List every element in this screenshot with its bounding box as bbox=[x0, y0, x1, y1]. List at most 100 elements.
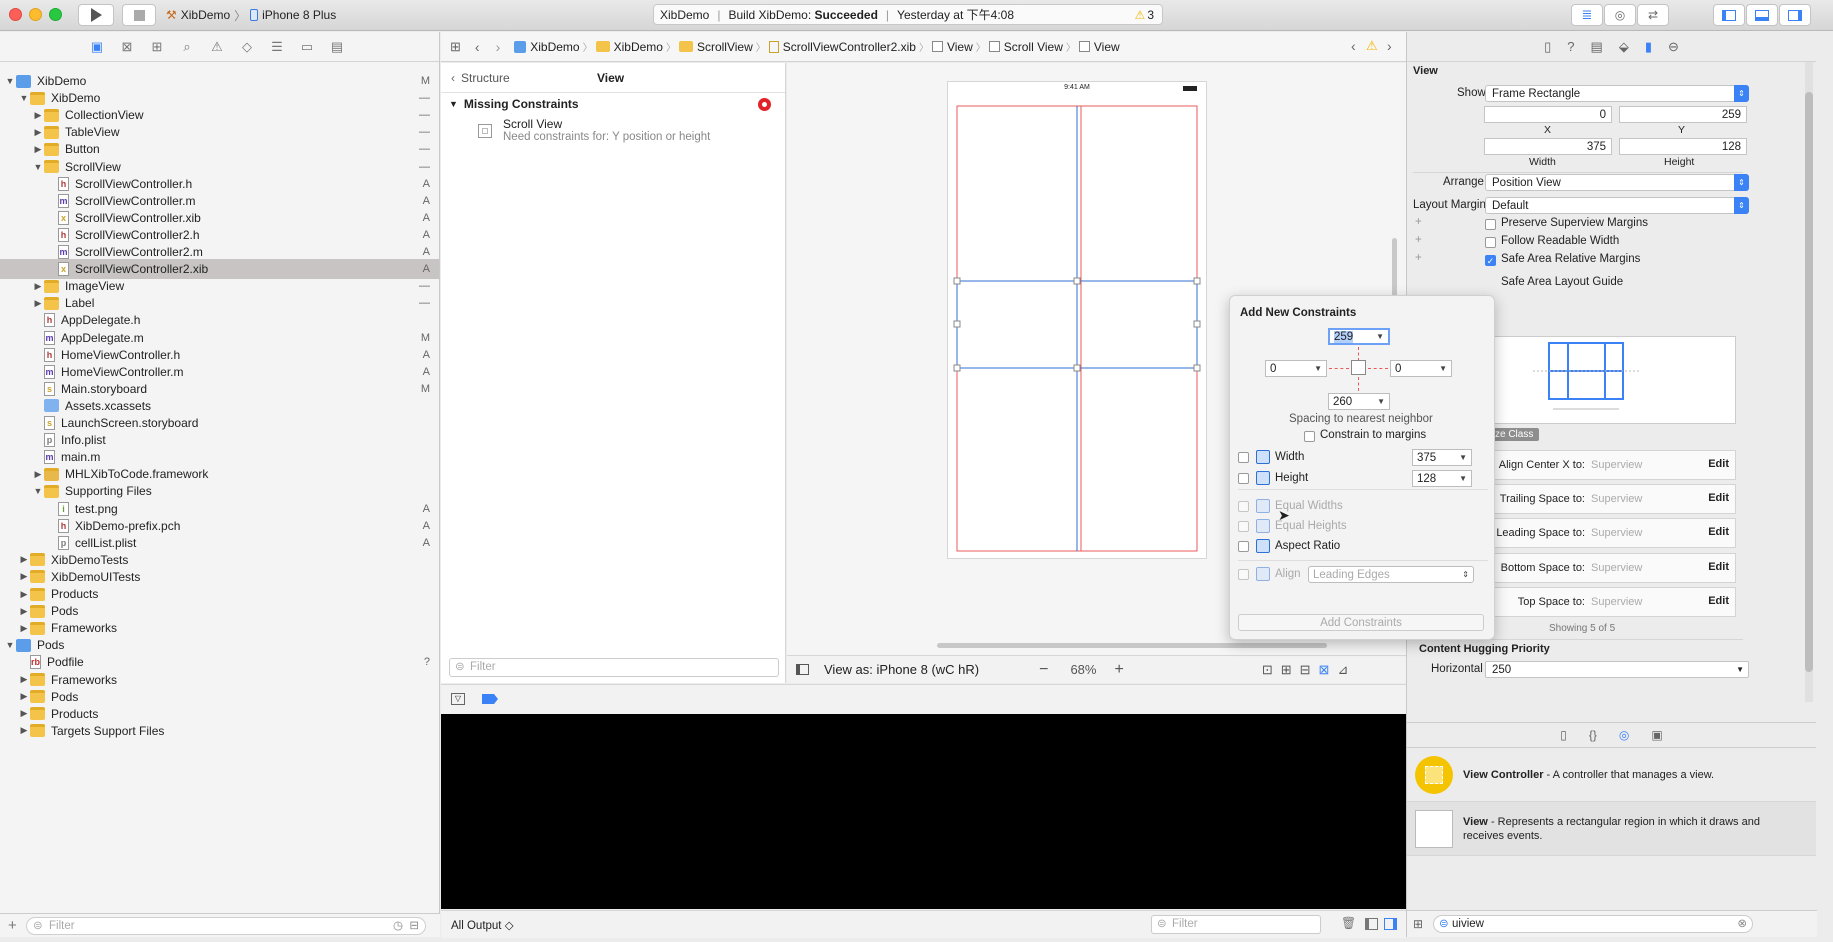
toggle-navigator-button[interactable] bbox=[1713, 4, 1745, 26]
scene-view[interactable]: 9:41 AM bbox=[947, 81, 1207, 559]
resize-handle[interactable] bbox=[1193, 320, 1201, 328]
warning-indicator[interactable]: ⚠ 3 bbox=[1135, 8, 1154, 22]
breadcrumb-item[interactable]: XibDemo bbox=[614, 40, 663, 54]
attributes-inspector-icon[interactable]: ⬙ bbox=[1619, 39, 1629, 55]
y-field[interactable]: 259 bbox=[1619, 106, 1747, 123]
disclosure-closed-icon[interactable]: ▶ bbox=[32, 144, 44, 155]
resize-handle[interactable] bbox=[1073, 277, 1081, 285]
horizontal-priority-field[interactable]: 250 ▼ bbox=[1485, 661, 1749, 678]
constraint-edit-button[interactable]: Edit bbox=[1708, 492, 1729, 504]
align-icon[interactable]: ⊟ bbox=[1300, 662, 1311, 678]
disclosure-closed-icon[interactable]: ▶ bbox=[32, 127, 44, 138]
top-spacing-field[interactable]: 259 ▼ bbox=[1328, 328, 1390, 345]
minimize-window-button[interactable] bbox=[29, 8, 42, 21]
bottom-spacing-field[interactable]: 260 ▼ bbox=[1328, 393, 1390, 410]
zoom-out-icon[interactable]: − bbox=[1039, 661, 1048, 679]
media-library-icon[interactable]: ▣ bbox=[1651, 728, 1662, 742]
disclosure-closed-icon[interactable]: ▶ bbox=[18, 708, 30, 719]
disclosure-closed-icon[interactable]: ▶ bbox=[32, 110, 44, 121]
top-constraint-strut[interactable] bbox=[1358, 347, 1359, 361]
disclosure-closed-icon[interactable]: ▶ bbox=[18, 691, 30, 702]
debug-icon[interactable]: ☰ bbox=[268, 39, 286, 55]
height-constraint-field[interactable]: 128 ▼ bbox=[1412, 470, 1472, 487]
hide-debug-area-icon[interactable]: ▽ bbox=[451, 693, 465, 705]
resize-handle[interactable] bbox=[1073, 364, 1081, 372]
left-spacing-field[interactable]: 0 ▼ bbox=[1265, 360, 1327, 377]
grid-view-icon[interactable]: ⊞ bbox=[1413, 917, 1423, 931]
assistant-editor-button[interactable]: ◎ bbox=[1604, 4, 1636, 26]
zoom-in-icon[interactable]: + bbox=[1114, 661, 1123, 679]
resolve-issues-icon[interactable]: ⊿ bbox=[1337, 662, 1348, 678]
safe-area-margins-checkbox[interactable]: ✓ bbox=[1485, 255, 1496, 266]
related-items-icon[interactable]: ⊞ bbox=[450, 39, 461, 55]
breadcrumb-item[interactable]: Scroll View bbox=[1004, 40, 1063, 54]
canvas-scrollbar[interactable] bbox=[937, 643, 1327, 648]
disclosure-open-icon[interactable]: ▼ bbox=[32, 162, 44, 172]
folder-icon[interactable]: ▣ bbox=[88, 39, 106, 55]
resize-handle[interactable] bbox=[1193, 277, 1201, 285]
add-icon[interactable]: + bbox=[8, 917, 17, 934]
issue-warning-icon[interactable]: ⚠ bbox=[1366, 38, 1378, 54]
disclosure-open-icon[interactable]: ▼ bbox=[4, 640, 16, 650]
breadcrumb-item[interactable]: View bbox=[947, 40, 973, 54]
variables-view-toggle-icon[interactable] bbox=[1365, 918, 1378, 930]
symbol-icon[interactable]: ⊞ bbox=[148, 39, 166, 55]
file-tree-row[interactable]: ▶ Targets Support Files bbox=[0, 721, 439, 741]
width-constraint-field[interactable]: 375 ▼ bbox=[1412, 449, 1472, 466]
recent-files-icon[interactable]: ◷ bbox=[393, 918, 403, 934]
toggle-utilities-button[interactable] bbox=[1779, 4, 1811, 26]
zoom-level[interactable]: 68% bbox=[1070, 662, 1096, 677]
issue-icon[interactable]: ⚠ bbox=[208, 39, 226, 55]
add-variation-icon[interactable]: + bbox=[1415, 216, 1422, 228]
outline-filter-input[interactable]: ⊜ Filter bbox=[449, 658, 779, 677]
breadcrumb-item[interactable]: View bbox=[1094, 40, 1120, 54]
size-inspector-icon[interactable]: ▮ bbox=[1645, 39, 1652, 55]
identity-inspector-icon[interactable]: ▤ bbox=[1591, 39, 1603, 55]
width-checkbox[interactable] bbox=[1238, 451, 1249, 463]
disclosure-closed-icon[interactable]: ▶ bbox=[18, 674, 30, 685]
report-icon[interactable]: ▤ bbox=[328, 39, 346, 55]
breadcrumb-item[interactable]: ScrollViewController2.xib bbox=[783, 40, 916, 54]
disclosure-open-icon[interactable]: ▼ bbox=[18, 93, 30, 103]
output-filter-popup[interactable]: All Output ◇ bbox=[451, 918, 514, 932]
console-filter-input[interactable]: ⊜ Filter bbox=[1151, 915, 1321, 934]
preserve-margins-checkbox[interactable] bbox=[1485, 219, 1496, 230]
code-snippet-icon[interactable]: {} bbox=[1589, 728, 1597, 742]
add-constraints-icon[interactable]: ⊠ bbox=[1319, 662, 1330, 678]
object-library-icon[interactable]: ◎ bbox=[1619, 728, 1629, 742]
aspect-ratio-checkbox[interactable] bbox=[1238, 540, 1249, 552]
x-field[interactable]: 0 bbox=[1484, 106, 1612, 123]
test-icon[interactable]: ◇ bbox=[238, 39, 256, 55]
constrain-margins-checkbox[interactable] bbox=[1304, 431, 1315, 442]
console-view-toggle-icon[interactable] bbox=[1384, 918, 1397, 930]
error-icon[interactable] bbox=[758, 97, 771, 111]
console-output[interactable] bbox=[441, 714, 1406, 909]
embed-in-stack-icon[interactable]: ⊞ bbox=[1281, 662, 1292, 678]
outline-toggle-icon[interactable] bbox=[796, 664, 809, 675]
constraint-edit-button[interactable]: Edit bbox=[1708, 458, 1729, 470]
disclosure-closed-icon[interactable]: ▶ bbox=[18, 606, 30, 617]
size-class-badge[interactable]: ze Class bbox=[1489, 428, 1540, 441]
resize-handle[interactable] bbox=[953, 320, 961, 328]
layout-margins-popup[interactable]: Default ⇕ bbox=[1485, 197, 1749, 214]
run-button[interactable] bbox=[78, 4, 114, 26]
zoom-window-button[interactable] bbox=[49, 8, 62, 21]
trash-icon[interactable]: 🗑 bbox=[1341, 916, 1356, 930]
resize-handle[interactable] bbox=[953, 277, 961, 285]
disclosure-closed-icon[interactable]: ▶ bbox=[32, 281, 44, 292]
height-field[interactable]: 128 bbox=[1619, 138, 1747, 155]
source-control-filter-icon[interactable]: ⊟ bbox=[409, 918, 419, 934]
breadcrumb-item[interactable]: XibDemo bbox=[530, 40, 579, 54]
disclosure-closed-icon[interactable]: ▶ bbox=[18, 725, 30, 736]
connections-inspector-icon[interactable]: ⊖ bbox=[1668, 39, 1679, 55]
inspector-scrollbar[interactable] bbox=[1805, 62, 1813, 702]
forward-icon[interactable]: › bbox=[496, 39, 501, 55]
file-template-icon[interactable]: ▯ bbox=[1560, 728, 1567, 742]
resize-handle[interactable] bbox=[1193, 364, 1201, 372]
library-item-view-controller[interactable]: View Controller - A controller that mana… bbox=[1407, 748, 1816, 802]
breakpoints-toggle-icon[interactable] bbox=[482, 694, 498, 704]
height-checkbox[interactable] bbox=[1238, 472, 1249, 484]
previous-issue-icon[interactable]: ‹ bbox=[1351, 38, 1356, 54]
stop-button[interactable] bbox=[122, 4, 156, 26]
constraint-edit-button[interactable]: Edit bbox=[1708, 595, 1729, 607]
